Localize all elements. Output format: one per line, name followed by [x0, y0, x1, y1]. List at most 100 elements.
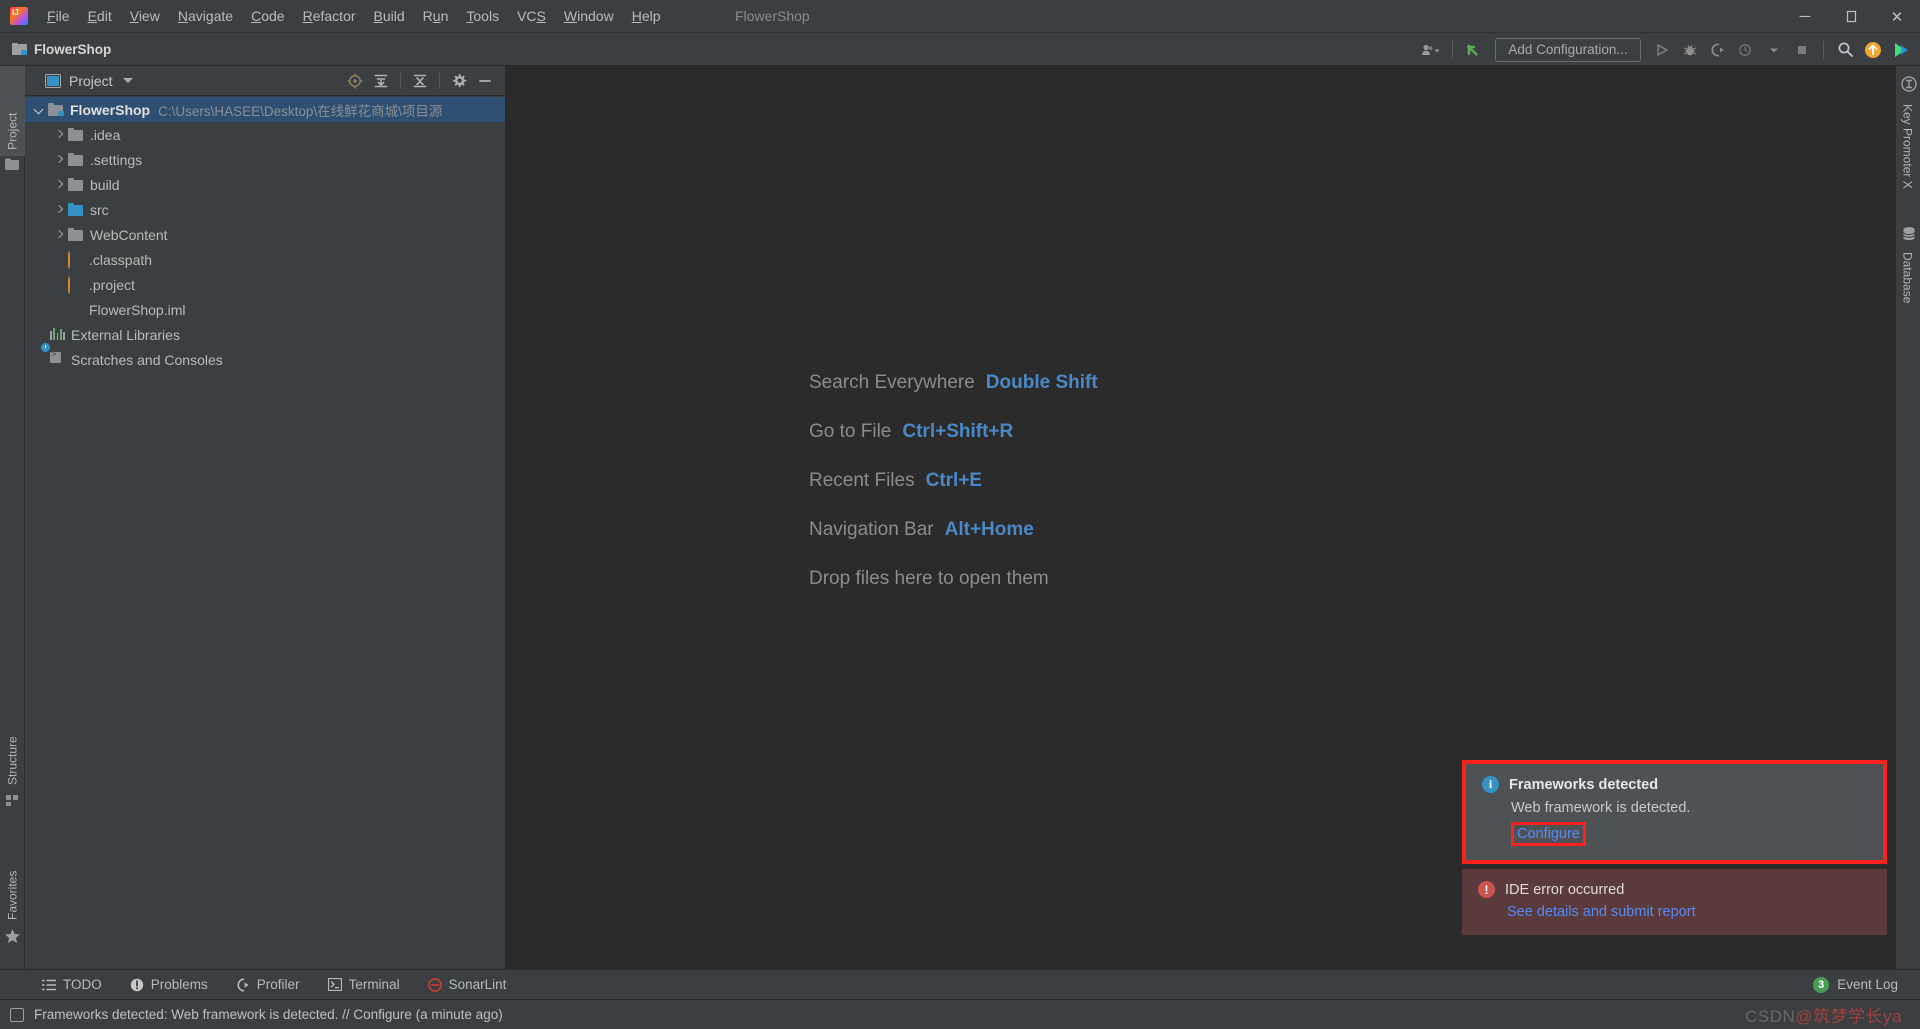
folder-icon — [68, 228, 84, 241]
tip-label: Search Everywhere — [809, 371, 975, 393]
expand-all-icon[interactable] — [369, 69, 393, 93]
user-chevron-icon[interactable] — [1418, 37, 1444, 63]
menu-item-file[interactable]: File — [38, 4, 79, 28]
menu-item-edit[interactable]: Edit — [79, 4, 121, 28]
structure-icon — [6, 794, 19, 812]
menu-item-vcs[interactable]: VCS — [508, 4, 555, 28]
run-play-icon[interactable] — [1649, 37, 1675, 63]
settings-gear-icon[interactable] — [447, 69, 471, 93]
tree-node-src[interactable]: src — [25, 197, 505, 222]
tip-shortcut: Double Shift — [985, 371, 1098, 393]
event-log-label: Event Log — [1837, 977, 1898, 992]
status-bar-message[interactable]: Frameworks detected: Web framework is de… — [34, 1007, 503, 1022]
tip-label: Navigation Bar — [809, 518, 934, 540]
chevron-right-icon[interactable] — [53, 154, 65, 166]
tree-node-external-libraries[interactable]: External Libraries — [25, 322, 505, 347]
sidebar-item-key-promoter-x[interactable]: Key Promoter X — [1895, 98, 1920, 216]
tree-node-idea[interactable]: .idea — [25, 122, 505, 147]
event-log-tab[interactable]: 3 Event Log — [1813, 976, 1920, 993]
toolwindow-tab-profiler[interactable]: Profiler — [222, 970, 314, 1000]
search-icon[interactable] — [1832, 37, 1858, 63]
todo-list-icon — [42, 978, 56, 992]
tree-node-iml[interactable]: FlowerShop.iml — [25, 297, 505, 322]
stop-square-icon[interactable] — [1789, 37, 1815, 63]
configure-link[interactable]: Configure — [1517, 826, 1580, 842]
breadcrumb[interactable]: FlowerShop — [12, 42, 111, 57]
tree-label: .classpath — [89, 251, 153, 268]
chevron-right-icon[interactable] — [53, 204, 65, 216]
profiler-dropdown-icon[interactable] — [1761, 37, 1787, 63]
tree-node-build[interactable]: build — [25, 172, 505, 197]
bottom-toolwindow-bar: TODO Problems Profiler Terminal SonarLin… — [0, 969, 1920, 999]
menu-item-navigate[interactable]: Navigate — [169, 4, 242, 28]
notification-body: Web framework is detected. — [1511, 800, 1691, 816]
folder-icon — [68, 178, 84, 191]
project-panel-title: Project — [69, 72, 113, 89]
project-tree: FlowerShop C:\Users\HASEE\Desktop\在线鲜花商城… — [25, 96, 505, 372]
notification-frameworks-detected: i Frameworks detected Web framework is d… — [1466, 764, 1883, 860]
tip-shortcut: Ctrl+Shift+R — [902, 420, 1014, 442]
menu-item-refactor[interactable]: Refactor — [294, 4, 365, 28]
close-button[interactable]: ✕ — [1874, 0, 1920, 33]
add-configuration-button[interactable]: Add Configuration... — [1495, 37, 1641, 62]
toolwindow-label-structure: Structure — [5, 736, 20, 785]
key-promoter-icon — [1901, 76, 1917, 97]
scroll-from-source-icon[interactable] — [343, 69, 367, 93]
maximize-button[interactable] — [1828, 0, 1874, 33]
update-available-icon[interactable] — [1860, 37, 1886, 63]
tree-node-settings[interactable]: .settings — [25, 147, 505, 172]
sidebar-item-project[interactable]: Project — [0, 66, 25, 156]
intellij-idea-window: File Edit View Navigate Code Refactor Bu… — [0, 0, 1920, 1029]
tip-go-to-file: Go to File Ctrl+Shift+R — [809, 407, 1098, 456]
menu-item-window[interactable]: Window — [555, 4, 623, 28]
profiler-icon[interactable] — [1733, 37, 1759, 63]
terminal-icon — [327, 978, 342, 992]
menu-item-run[interactable]: Run — [414, 4, 458, 28]
menu-item-help[interactable]: Help — [623, 4, 670, 28]
status-message-icon[interactable] — [10, 1007, 24, 1022]
toolwindow-tab-problems[interactable]: Problems — [116, 970, 222, 1000]
sidebar-item-favorites[interactable]: Favorites — [0, 826, 25, 926]
tree-node-project-file[interactable]: .project — [25, 272, 505, 297]
tip-navigation-bar: Navigation Bar Alt+Home — [809, 505, 1098, 554]
run-coverage-icon[interactable] — [1705, 37, 1731, 63]
tree-node-flowershop[interactable]: FlowerShop C:\Users\HASEE\Desktop\在线鲜花商城… — [25, 97, 505, 122]
status-bar: Frameworks detected: Web framework is de… — [0, 999, 1920, 1029]
toolwindow-tab-sonarlint[interactable]: SonarLint — [414, 970, 521, 1000]
hide-panel-icon[interactable] — [473, 69, 497, 93]
toolwindow-tab-terminal[interactable]: Terminal — [314, 970, 414, 1000]
module-folder-icon — [48, 103, 64, 116]
sidebar-item-database[interactable]: Database — [1895, 246, 1920, 326]
chevron-down-icon[interactable] — [33, 104, 45, 116]
menu-item-tools[interactable]: Tools — [457, 4, 508, 28]
main-menu: File Edit View Navigate Code Refactor Bu… — [38, 4, 670, 28]
panel-toolbar-separator — [400, 72, 401, 89]
window-title: FlowerShop — [735, 8, 810, 24]
sidebar-item-structure[interactable]: Structure — [0, 691, 25, 791]
watermark-prefix: CSDN — [1745, 1007, 1796, 1026]
tree-node-scratches[interactable]: Scratches and Consoles — [25, 343, 505, 372]
chevron-right-icon[interactable] — [53, 129, 65, 141]
editor-shortcut-tips: Search Everywhere Double Shift Go to Fil… — [809, 358, 1098, 603]
toolwindow-tab-label: TODO — [63, 977, 102, 992]
menu-item-view[interactable]: View — [121, 4, 169, 28]
update-project-arrow-icon[interactable] — [1461, 37, 1487, 63]
tree-node-webcontent[interactable]: WebContent — [25, 222, 505, 247]
debug-bug-icon[interactable] — [1677, 37, 1703, 63]
toolwindow-tab-todo[interactable]: TODO — [28, 970, 116, 1000]
window-controls: ─ ✕ — [1782, 0, 1920, 33]
plugin-colorful-icon[interactable] — [1888, 37, 1914, 63]
collapse-all-icon[interactable] — [408, 69, 432, 93]
tip-recent-files: Recent Files Ctrl+E — [809, 456, 1098, 505]
menu-item-code[interactable]: Code — [242, 4, 293, 28]
sonarlint-icon — [427, 977, 442, 992]
external-libraries-icon — [50, 327, 65, 342]
chevron-right-icon[interactable] — [53, 179, 65, 191]
tree-label: WebContent — [90, 226, 168, 243]
chevron-right-icon[interactable] — [53, 229, 65, 241]
tree-node-classpath[interactable]: .classpath — [25, 247, 505, 272]
submit-report-link[interactable]: See details and submit report — [1507, 904, 1696, 920]
chevron-down-icon[interactable] — [122, 78, 133, 83]
menu-item-build[interactable]: Build — [365, 4, 414, 28]
minimize-button[interactable]: ─ — [1782, 0, 1828, 33]
